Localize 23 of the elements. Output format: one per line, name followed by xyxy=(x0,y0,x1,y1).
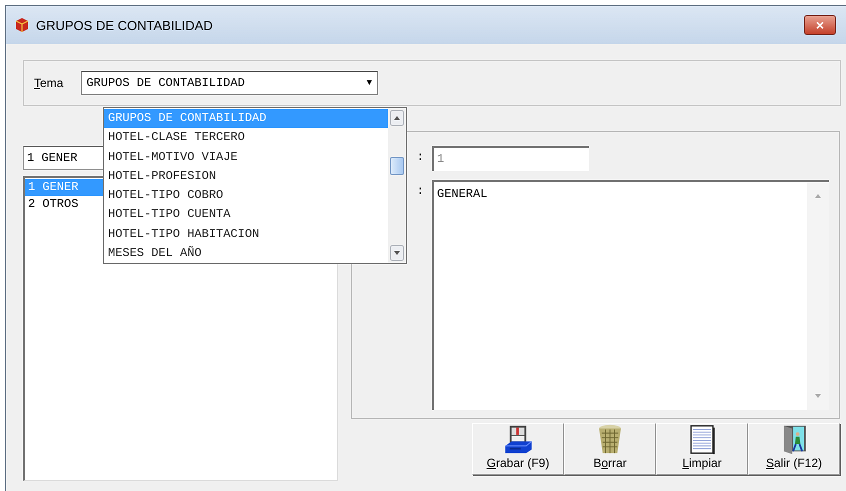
scroll-thumb[interactable] xyxy=(390,156,404,174)
topic-label: Tema xyxy=(34,76,64,90)
scroll-down-icon[interactable] xyxy=(390,245,404,261)
dropdown-option[interactable]: HOTEL-MOTIVO VIAJE xyxy=(104,148,388,167)
dropdown-option[interactable]: HOTEL-TIPO CUENTA xyxy=(104,205,388,225)
topic-dropdown[interactable]: GRUPOS DE CONTABILIDAD ▼ xyxy=(81,71,378,95)
save-button[interactable]: Grabar (F9) xyxy=(472,423,564,475)
clear-button[interactable]: Limpiar xyxy=(656,423,748,475)
dropdown-option[interactable]: HOTEL-TIPO COBRO xyxy=(104,186,388,206)
scrollbar[interactable] xyxy=(388,108,406,263)
code-field[interactable]: 1 xyxy=(432,146,589,171)
dropdown-option[interactable]: HOTEL-TIPO HABITACION xyxy=(104,224,388,244)
code-label: : xyxy=(416,149,424,166)
dropdown-option[interactable]: MESES DEL AÑO xyxy=(104,244,388,264)
delete-button[interactable]: Borrar xyxy=(564,423,656,475)
app-icon xyxy=(14,17,30,33)
window-title: GRUPOS DE CONTABILIDAD xyxy=(36,18,214,32)
scroll-up-icon[interactable] xyxy=(390,110,404,126)
dropdown-option[interactable]: HOTEL-PROFESION xyxy=(104,166,388,186)
dropdown-option[interactable]: HOTEL-CLASE TERCERO xyxy=(104,128,388,148)
name-label: : xyxy=(416,183,424,200)
dropdown-arrow-icon[interactable]: ▼ xyxy=(361,78,378,88)
exit-button[interactable]: Salir (F12) xyxy=(748,423,840,475)
